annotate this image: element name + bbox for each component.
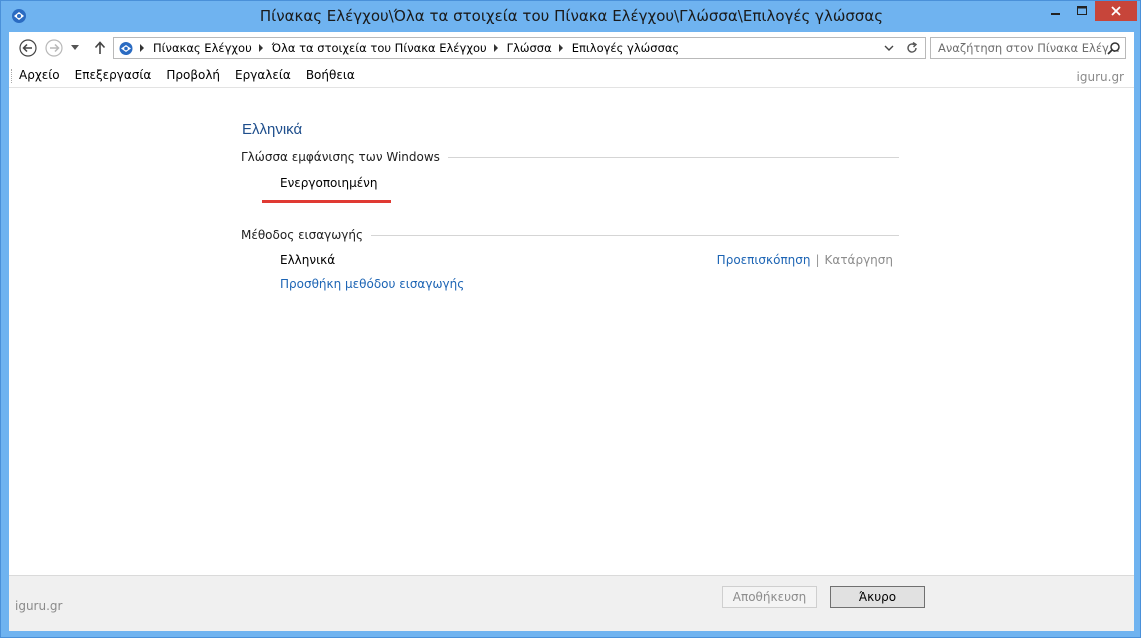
section-divider	[447, 156, 899, 158]
up-button[interactable]	[90, 38, 110, 58]
maximize-button[interactable]	[1069, 1, 1095, 21]
close-icon	[1111, 6, 1121, 16]
chevron-down-icon	[71, 45, 79, 50]
input-method-actions: Προεπισκόπηση | Κατάργηση	[717, 253, 893, 267]
window-title: Πίνακας Ελέγχου\Όλα τα στοιχεία του Πίνα…	[259, 7, 884, 25]
menu-item-view[interactable]: Προβολή	[166, 68, 220, 82]
input-method-name: Ελληνικά	[280, 253, 336, 267]
back-arrow-icon	[19, 39, 37, 57]
refresh-button[interactable]	[903, 39, 921, 57]
menu-item-edit[interactable]: Επεξεργασία	[75, 68, 152, 82]
search-input[interactable]: Αναζήτηση στον Πίνακα Ελέγ...	[938, 41, 1120, 55]
highlight-underline	[262, 200, 391, 203]
navigation-bar: Πίνακας Ελέγχου Όλα τα στοιχεία του Πίνα…	[9, 32, 1134, 64]
add-input-method-link[interactable]: Προσθήκη μεθόδου εισαγωγής	[280, 277, 464, 291]
close-button[interactable]	[1095, 1, 1137, 21]
cancel-button[interactable]: Άκυρο	[830, 586, 925, 608]
breadcrumb-separator-icon[interactable]	[258, 44, 263, 52]
client-area: Πίνακας Ελέγχου Όλα τα στοιχεία του Πίνα…	[9, 32, 1134, 631]
watermark: iguru.gr	[15, 599, 63, 613]
breadcrumb-item[interactable]: Πίνακας Ελέγχου	[153, 41, 252, 55]
breadcrumb-item[interactable]: Όλα τα στοιχεία του Πίνακα Ελέγχου	[272, 41, 487, 55]
address-bar[interactable]: Πίνακας Ελέγχου Όλα τα στοιχεία του Πίνα…	[113, 37, 926, 59]
maximize-icon	[1077, 6, 1087, 15]
breadcrumb: Πίνακας Ελέγχου Όλα τα στοιχεία του Πίνα…	[138, 41, 679, 55]
menu-item-file[interactable]: Αρχείο	[19, 68, 60, 82]
search-box[interactable]: Αναζήτηση στον Πίνακα Ελέγ...	[930, 37, 1126, 59]
recent-pages-button[interactable]	[68, 38, 82, 58]
menu-grip-handle[interactable]	[11, 69, 14, 83]
menu-bar: Αρχείο Επεξεργασία Προβολή Εργαλεία Βοήθ…	[9, 64, 1134, 88]
title-bar[interactable]: Πίνακας Ελέγχου\Όλα τα στοιχεία του Πίνα…	[1, 1, 1141, 31]
breadcrumb-item[interactable]: Επιλογές γλώσσας	[572, 41, 680, 55]
breadcrumb-item[interactable]: Γλώσσα	[507, 41, 552, 55]
remove-link[interactable]: Κατάργηση	[825, 253, 893, 267]
forward-button[interactable]	[44, 38, 64, 58]
footer-bar: iguru.gr Αποθήκευση Άκυρο	[9, 575, 1134, 631]
back-button[interactable]	[18, 38, 38, 58]
section-heading-text: Μέθοδος εισαγωγής	[241, 228, 364, 242]
chevron-down-icon	[884, 45, 894, 51]
search-icon[interactable]	[1107, 41, 1121, 55]
preview-link[interactable]: Προεπισκόπηση	[717, 253, 811, 267]
up-arrow-icon	[94, 41, 106, 54]
language-options-panel: Ελληνικά Γλώσσα εμφάνισης των Windows Εν…	[9, 89, 1134, 575]
display-language-section-heading: Γλώσσα εμφάνισης των Windows	[241, 150, 899, 164]
menu-item-help[interactable]: Βοήθεια	[306, 68, 355, 82]
save-button[interactable]: Αποθήκευση	[722, 586, 817, 608]
link-separator: |	[815, 253, 820, 267]
control-panel-icon	[119, 42, 133, 55]
window-frame: Πίνακας Ελέγχου\Όλα τα στοιχεία του Πίνα…	[0, 0, 1141, 638]
breadcrumb-separator-icon[interactable]	[558, 44, 563, 52]
minimize-button[interactable]	[1043, 1, 1069, 21]
section-heading-text: Γλώσσα εμφάνισης των Windows	[241, 150, 440, 164]
watermark: iguru.gr	[1076, 70, 1124, 84]
breadcrumb-separator-icon[interactable]	[493, 44, 498, 52]
refresh-icon	[907, 42, 918, 53]
forward-arrow-icon	[45, 39, 63, 57]
page-title: Ελληνικά	[242, 121, 303, 138]
display-language-status: Ενεργοποιημένη	[280, 176, 378, 190]
menu-item-tools[interactable]: Εργαλεία	[235, 68, 291, 82]
input-method-section-heading: Μέθοδος εισαγωγής	[241, 228, 899, 242]
address-history-button[interactable]	[880, 39, 898, 57]
section-divider	[371, 234, 899, 236]
minimize-icon	[1051, 13, 1060, 15]
breadcrumb-separator-icon[interactable]	[140, 44, 144, 52]
